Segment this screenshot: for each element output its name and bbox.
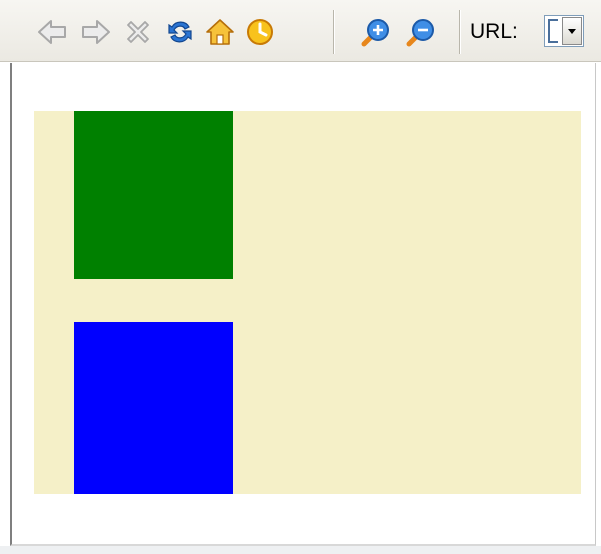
- back-arrow-icon: [38, 20, 66, 44]
- forward-button[interactable]: [80, 16, 112, 48]
- browser-window: URL:: [0, 0, 601, 554]
- window-bottom-edge: [0, 546, 601, 554]
- navigation-toolbar: URL:: [0, 0, 601, 62]
- toolbar-separator: [333, 10, 334, 54]
- zoom-in-button[interactable]: [360, 16, 392, 48]
- content-canvas: [34, 111, 581, 494]
- url-combobox[interactable]: [544, 15, 584, 47]
- back-button[interactable]: [36, 16, 68, 48]
- home-button[interactable]: [204, 16, 236, 48]
- zoom-out-icon: [406, 19, 434, 47]
- zoom-out-button[interactable]: [405, 16, 437, 48]
- toolbar-separator: [459, 10, 460, 54]
- url-input[interactable]: [548, 19, 558, 43]
- stop-button[interactable]: [122, 16, 154, 48]
- zoom-in-icon: [361, 19, 389, 47]
- forward-arrow-icon: [82, 20, 110, 44]
- reload-icon: [168, 21, 192, 43]
- page-content-area: [10, 63, 596, 546]
- green-box: [74, 111, 233, 279]
- history-clock-icon: [247, 19, 273, 45]
- history-button[interactable]: [244, 16, 276, 48]
- url-label: URL:: [470, 20, 518, 43]
- url-dropdown-button[interactable]: [562, 17, 582, 45]
- reload-button[interactable]: [164, 16, 196, 48]
- chevron-down-icon: [568, 29, 576, 34]
- home-icon: [206, 19, 234, 45]
- blue-box: [74, 322, 233, 494]
- stop-icon: [127, 21, 149, 43]
